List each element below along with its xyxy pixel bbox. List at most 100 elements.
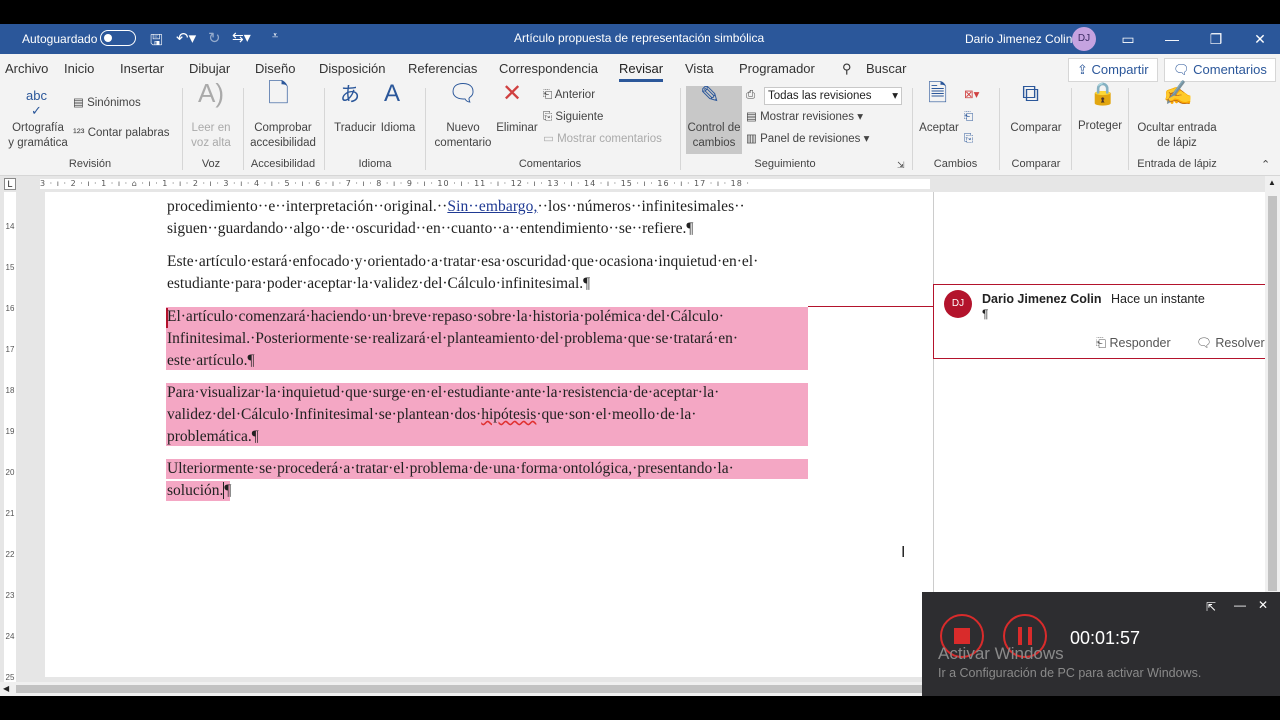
tab-revisar[interactable]: Revisar [619,61,664,82]
show-comments-icon: ▭ [543,133,558,145]
translate-button[interactable]: Traducir [332,121,378,136]
next-comment-button[interactable]: ⎘ Siguiente [543,110,603,125]
separator [243,88,244,170]
tab-archivo[interactable]: Archivo [5,61,48,76]
restore-button[interactable]: ❐ [1196,24,1236,54]
comment-body[interactable]: ¶ [982,307,988,321]
tab-programador[interactable]: Programador [739,61,815,76]
language-button[interactable]: Idioma [378,121,418,136]
scrollbar-thumb[interactable] [1268,196,1277,591]
close-icon[interactable]: ✕ [1258,598,1268,612]
ruler-scale[interactable]: 3 · ı · 2 · ı · 1 · ı · ⌂ · ı · 1 · ı · … [40,179,930,189]
ribbon: abc ✓ Ortografía y gramática ▤ Sinónimos … [0,78,1280,176]
paragraph[interactable]: Ulteriormente·se·procederá·a·tratar·el·p… [167,458,734,480]
collapse-ribbon-icon[interactable]: ⌃ [1261,158,1270,173]
reject-icon[interactable]: ⊠▾ [964,88,979,103]
tab-disposicion[interactable]: Disposición [319,61,385,76]
text-run: ··los··números··infinitesimales·· [537,198,745,215]
save-icon[interactable]: 🖫 [150,30,163,55]
comment-card[interactable]: DJ Dario Jimenez Colin Hace un instante … [933,284,1265,359]
paragraph-line[interactable]: solución.¶ [167,480,232,502]
quick-access-menu-icon[interactable]: ⩡ [272,30,278,43]
synonyms-button[interactable]: ▤ Sinónimos [73,96,141,111]
spelling-button[interactable]: Ortografía y gramática [8,121,68,151]
delete-button[interactable]: Eliminar [494,121,540,136]
vertical-ruler-numbers: 14 15 16 17 18 19 20 21 22 23 24 25 [4,206,16,698]
tab-insertar[interactable]: Insertar [120,61,164,76]
spelling-error[interactable]: hipótesis [481,406,536,423]
pause-icon [1018,627,1022,645]
search-icon[interactable]: ⚲ [842,61,852,77]
tab-diseno[interactable]: Diseño [255,61,295,76]
paragraph-line[interactable]: siguen··guardando··algo··de··oscuridad··… [167,218,693,240]
redo-icon[interactable]: ↻ [208,29,221,47]
tab-vista[interactable]: Vista [685,61,714,76]
user-name[interactable]: Dario Jimenez Colin [965,32,1072,46]
scroll-left-icon[interactable]: ◀ [3,684,9,693]
customize-icon[interactable]: ⇆▾ [232,29,251,46]
share-button[interactable]: ⇪ Compartir [1068,58,1158,82]
minimize-button[interactable]: — [1152,24,1192,54]
paragraph[interactable]: Este·artículo·estará·enfocado·y·orientad… [167,251,758,273]
separator [182,88,183,170]
separator [1128,88,1129,170]
paragraph-line[interactable]: validez·del·Cálculo·Infinitesimal·se·pla… [167,404,696,426]
show-markup-label: Mostrar revisiones [760,111,855,123]
autosave-toggle[interactable] [100,30,136,46]
tab-buscar[interactable]: Buscar [866,61,906,76]
word-count-button[interactable]: ¹²³ Contar palabras [73,126,170,141]
undo-icon[interactable]: ↶▾ [176,29,196,47]
tab-correspondencia[interactable]: Correspondencia [499,61,598,76]
previous-change-icon[interactable]: ⎗ [964,110,973,125]
paragraph-line[interactable]: este·artículo.¶ [167,350,255,372]
track-changes-button[interactable]: ✎ Control de cambios [686,84,742,154]
vruler-number: 23 [5,591,15,600]
separator [999,88,1000,170]
previous-icon: ⎗ [543,89,555,101]
revisions-pane-icon: ▥ [746,133,761,145]
paragraph[interactable]: Para·visualizar·la·inquietud·que·surge·e… [167,382,719,404]
comments-button[interactable]: 🗨 Comentarios [1164,58,1276,82]
text-run: ·que·son·el·meollo·de·la· [536,406,697,423]
display-for-review-select[interactable]: Todas las revisiones ▾ [764,87,902,105]
dialog-launcher-icon[interactable]: ⇲ [897,158,905,173]
ribbon-tabs: Archivo Inicio Insertar Dibujar Diseño D… [0,54,1280,84]
comment-icon: 🗨 [1173,62,1194,77]
display-for-review-value: Todas las revisiones [768,90,872,102]
tab-referencias[interactable]: Referencias [408,61,477,76]
tab-dibujar[interactable]: Dibujar [189,61,230,76]
protect-button[interactable]: Proteger [1074,119,1126,134]
tab-selector[interactable]: L [4,178,16,190]
minimize-icon[interactable]: — [1234,598,1246,612]
close-button[interactable]: ✕ [1240,24,1280,54]
revisions-pane-button[interactable]: ▥ Panel de revisiones ▾ [746,132,869,147]
tab-inicio[interactable]: Inicio [64,61,94,76]
accessibility-icon: 🗋 [268,78,289,108]
paragraph-line[interactable]: estudiante·para·poder·aceptar·la·validez… [167,273,590,295]
resolve-button[interactable]: 🗨 Resolver [1196,336,1265,351]
group-compare: Comparar [1011,158,1061,170]
expand-icon[interactable]: ⇱ [1206,600,1216,614]
group-tracking: Seguimiento [754,158,816,170]
accept-button[interactable]: Aceptar [915,121,963,136]
ribbon-display-icon[interactable]: ▭ [1108,24,1148,54]
hide-ink-button[interactable]: Ocultar entrada de lápiz [1132,121,1222,151]
read-aloud-button[interactable]: Leer en voz alta [186,121,236,151]
user-avatar[interactable]: DJ [1072,27,1096,51]
paragraph[interactable]: procedimiento··e··interpretación··origin… [167,196,745,218]
new-comment-button[interactable]: Nuevo comentario [430,121,496,151]
next-label: Siguiente [555,111,604,123]
show-comments-button[interactable]: ▭ Mostrar comentarios [543,132,662,147]
scroll-up-icon[interactable]: ▲ [1268,178,1276,187]
paragraph-line[interactable]: Infinitesimal.·Posteriormente·se·realiza… [167,328,738,350]
next-change-icon[interactable]: ⎘ [964,132,973,147]
show-markup-button[interactable]: ▤ Mostrar revisiones ▾ [746,110,863,125]
paragraph-line[interactable]: problemática.¶ [167,426,259,448]
compare-button[interactable]: Comparar [1005,121,1067,136]
reply-button[interactable]: ⎗ Responder [1096,336,1171,351]
check-accessibility-button[interactable]: Comprobar accesibilidad [247,121,319,151]
paragraph[interactable]: El·artículo·comenzará·haciendo·un·breve·… [167,306,724,328]
reply-icon: ⎗ [1096,336,1110,350]
separator [324,88,325,170]
previous-comment-button[interactable]: ⎗ Anterior [543,88,595,103]
